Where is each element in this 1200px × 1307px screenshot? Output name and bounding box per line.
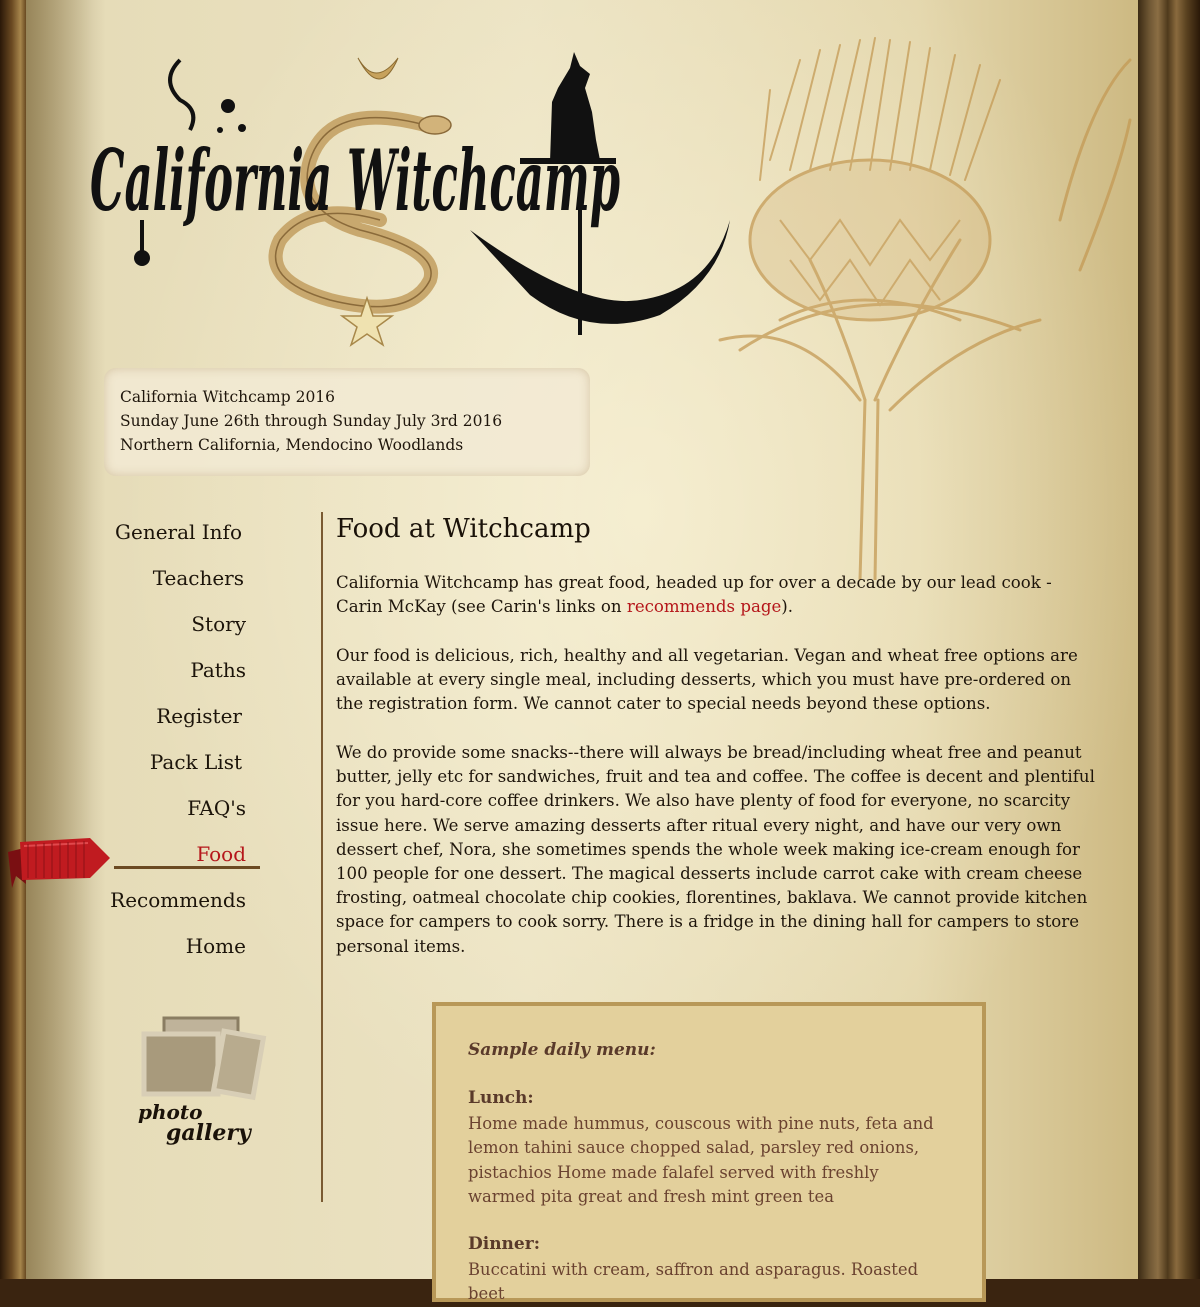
nav-item-story[interactable]: Story	[191, 612, 246, 636]
nav-item-recommends[interactable]: Recommends	[110, 888, 246, 912]
nav-item-paths[interactable]: Paths	[190, 658, 246, 682]
book-edge-right	[1138, 0, 1200, 1279]
paragraph-intro: California Witchcamp has great food, hea…	[336, 571, 1096, 619]
nav-item-home[interactable]: Home	[186, 934, 246, 958]
content-divider	[321, 512, 323, 1202]
recommends-page-link[interactable]: recommends page	[627, 597, 781, 616]
dinner-label: Dinner:	[468, 1234, 540, 1254]
event-location: Northern California, Mendocino Woodlands	[120, 436, 464, 454]
sample-menu-box: Sample daily menu: Lunch: Home made humm…	[432, 1002, 986, 1303]
lunch-label: Lunch:	[468, 1088, 534, 1108]
gallery-label-gallery: gallery	[166, 1120, 251, 1146]
menu-heading: Sample daily menu:	[468, 1040, 656, 1060]
event-info-panel: California Witchcamp 2016 Sunday June 26…	[104, 368, 590, 476]
bookmark-ribbon-icon	[8, 838, 110, 888]
nav-item-food[interactable]: Food	[196, 842, 246, 866]
nav-item-teachers[interactable]: Teachers	[153, 566, 244, 590]
nav-item-register[interactable]: Register	[156, 704, 242, 728]
photo-gallery-link[interactable]: photo gallery	[132, 1012, 272, 1152]
nav-item-faqs[interactable]: FAQ's	[187, 796, 246, 820]
photo-stack-icon	[141, 1016, 267, 1101]
paragraph-food-options: Our food is delicious, rich, healthy and…	[336, 646, 1078, 714]
active-nav-underline	[114, 866, 260, 869]
logo-text: California Witchcamp	[90, 131, 620, 230]
nav-item-general-info[interactable]: General Info	[115, 520, 242, 544]
paragraph-snacks: We do provide some snacks--there will al…	[336, 743, 1095, 956]
witchcamp-logo[interactable]: California Witchcamp	[80, 40, 780, 360]
nav-item-pack-list[interactable]: Pack List	[150, 750, 242, 774]
page-title: Food at Witchcamp	[336, 514, 591, 544]
lunch-text: Home made hummus, couscous with pine nut…	[468, 1114, 934, 1206]
event-dates: Sunday June 26th through Sunday July 3rd…	[120, 412, 503, 430]
dinner-text: Buccatini with cream, saffron and aspara…	[468, 1260, 919, 1304]
event-title: California Witchcamp 2016	[120, 388, 336, 406]
intro-text-b: ).	[781, 597, 794, 617]
